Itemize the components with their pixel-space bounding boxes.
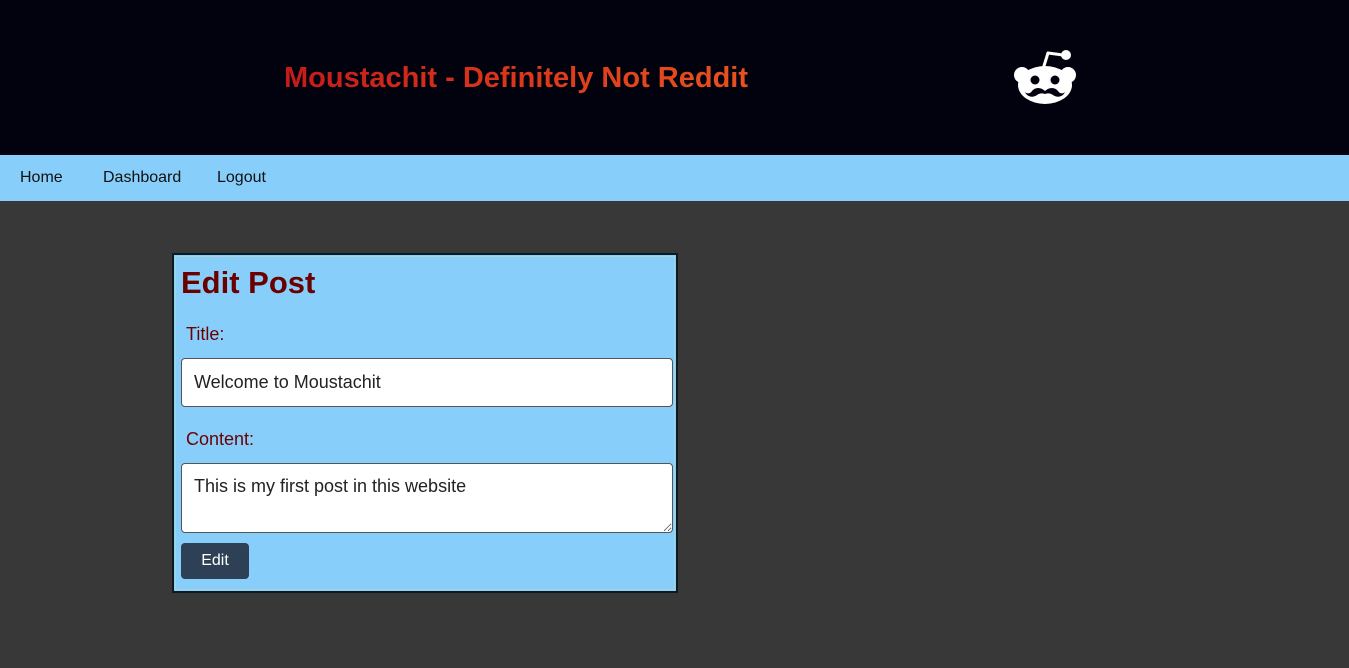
edit-post-heading: Edit Post [181,265,316,300]
main-content: Edit Post Title: Content: This is my fir… [0,201,1349,668]
content-label: Content: [186,429,255,449]
nav-link-dashboard[interactable]: Dashboard [103,169,181,187]
edit-post-form: Edit Post Title: Content: This is my fir… [172,253,678,593]
nav-link-logout[interactable]: Logout [217,169,266,187]
content-textarea[interactable]: This is my first post in this website [181,463,673,533]
site-header: Moustachit - Definitely Not Reddit [0,0,1349,155]
edit-button[interactable]: Edit [181,543,249,579]
reddit-alien-moustache-icon [1014,50,1076,104]
nav-link-home[interactable]: Home [20,169,63,187]
main-navbar: Home Dashboard Logout [0,155,1349,201]
title-input[interactable] [181,358,673,407]
site-title: Moustachit - Definitely Not Reddit [284,62,748,94]
title-label: Title: [186,324,225,344]
